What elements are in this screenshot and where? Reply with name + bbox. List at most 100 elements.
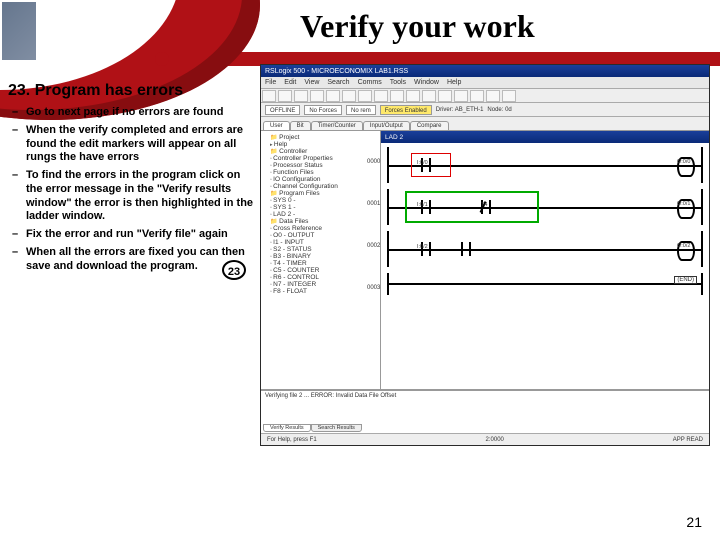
bullet-item: When all the errors are fixed you can th… [8, 246, 258, 274]
banner-chip-image [2, 2, 36, 60]
online-state[interactable]: OFFLINE [265, 105, 300, 115]
forces-state[interactable]: No Forces [304, 105, 342, 115]
status-row: OFFLINE No Forces No rem Forces Enabled … [261, 103, 709, 117]
tree-item[interactable]: SYS 1 - [264, 204, 377, 211]
run-mode-state[interactable]: No rem [346, 105, 376, 115]
tree-item[interactable]: F8 - FLOAT [264, 288, 377, 295]
verify-results-tab[interactable]: Verify Results [263, 424, 311, 432]
statusbar: For Help, press F1 2:0000 APP READ [261, 433, 709, 445]
tree-item[interactable]: O0 - OUTPUT [264, 232, 377, 239]
node-label: Node: 0d [487, 107, 511, 113]
toolbar-button[interactable] [486, 90, 500, 102]
tree-root[interactable]: Project [264, 134, 377, 141]
tree-item[interactable]: LAD 2 - [264, 211, 377, 218]
page-number: 21 [686, 514, 702, 530]
tree-item[interactable]: Channel Configuration [264, 183, 377, 190]
toolbar-button[interactable] [342, 90, 356, 102]
tab[interactable]: User [263, 121, 290, 130]
coil-icon[interactable]: O:0/2 [677, 241, 695, 257]
tab[interactable]: Input/Output [363, 121, 410, 130]
bullet-item: Fix the error and run "Verify file" agai… [8, 228, 258, 242]
toolbar-button[interactable] [390, 90, 404, 102]
menu-item[interactable]: Window [414, 79, 439, 86]
statusbar-mode: APP READ [673, 437, 703, 443]
toolbar-button[interactable] [358, 90, 372, 102]
menubar[interactable]: File Edit View Search Comms Tools Window… [261, 77, 709, 89]
toolbar-button[interactable] [294, 90, 308, 102]
tab[interactable]: Compare [410, 121, 449, 130]
section-heading: 23. Program has errors [8, 82, 183, 100]
rung[interactable]: 0002 I:0/2 O:0/2 [387, 231, 703, 267]
end-instruction: (END) [674, 276, 697, 284]
tree-item[interactable]: S2 - STATUS [264, 246, 377, 253]
selection-highlight [407, 193, 537, 221]
menu-item[interactable]: File [265, 79, 276, 86]
banner-dot [155, 52, 169, 66]
toolbar-button[interactable] [502, 90, 516, 102]
toolbar-button[interactable] [310, 90, 324, 102]
verify-error-line[interactable]: Verifying file 2 ... ERROR: Invalid Data… [265, 393, 705, 399]
tree-item[interactable]: Processor Status [264, 162, 377, 169]
statusbar-position: 2:0000 [486, 437, 504, 443]
toolbar-button[interactable] [454, 90, 468, 102]
window-titlebar[interactable]: RSLogix 500 - MICROECONOMIX LAB1.RSS [261, 65, 709, 77]
toolbar-button[interactable] [326, 90, 340, 102]
bullet-item: To find the errors in the program click … [8, 169, 258, 224]
menu-item[interactable]: Search [327, 79, 349, 86]
tree-item[interactable]: Data Files [264, 218, 377, 225]
rung[interactable]: 0001 I:0/1 T4 O:0/1 [387, 189, 703, 225]
slide-banner: Verify your work [0, 0, 720, 72]
toolbar-button[interactable] [470, 90, 484, 102]
tree-item[interactable]: Controller [264, 148, 377, 155]
rung[interactable]: 0000 I:0/0 O:0/0 [387, 147, 703, 183]
slide-title: Verify your work [300, 8, 535, 45]
toolbar-button[interactable] [262, 90, 276, 102]
bullet-list: Go to next page if no errors are found W… [8, 106, 258, 277]
rung-number: 0000 [367, 159, 380, 165]
tree-item[interactable]: Function Files [264, 169, 377, 176]
menu-item[interactable]: Help [447, 79, 461, 86]
toolbar-button[interactable] [406, 90, 420, 102]
tree-item[interactable]: Program Files [264, 190, 377, 197]
bullet-item: When the verify completed and errors are… [8, 124, 258, 165]
contact-icon[interactable] [459, 242, 473, 256]
toolbar-button[interactable] [374, 90, 388, 102]
search-results-tab[interactable]: Search Results [311, 424, 362, 432]
toolbar-button[interactable] [422, 90, 436, 102]
rslogix-window: RSLogix 500 - MICROECONOMIX LAB1.RSS Fil… [260, 64, 710, 446]
tree-item[interactable]: Cross Reference [264, 225, 377, 232]
contact-icon[interactable]: I:0/2 [419, 242, 433, 256]
rung-end: 0003 (END) [387, 273, 703, 295]
tree-item[interactable]: I1 - INPUT [264, 239, 377, 246]
toolbar [261, 89, 709, 103]
tree-item[interactable]: B3 - BINARY [264, 253, 377, 260]
tree-item[interactable]: R6 - CONTROL [264, 274, 377, 281]
toolbar-button[interactable] [438, 90, 452, 102]
ladder-title[interactable]: LAD 2 [381, 131, 709, 143]
tree-item[interactable]: SYS 0 - [264, 197, 377, 204]
tab[interactable]: Timer/Counter [311, 121, 363, 130]
menu-item[interactable]: View [304, 79, 319, 86]
statusbar-hint: For Help, press F1 [267, 437, 317, 443]
toolbar-button[interactable] [278, 90, 292, 102]
forces-enabled-badge: Forces Enabled [380, 105, 432, 115]
ladder-editor[interactable]: 0000 I:0/0 O:0/0 0001 I:0/1 T4 O:0/1 [381, 143, 709, 389]
tab[interactable]: Bit [290, 121, 311, 130]
window-title-text: RSLogix 500 - MICROECONOMIX LAB1.RSS [265, 68, 408, 75]
coil-icon[interactable]: O:0/0 [677, 157, 695, 173]
ladder-pane: LAD 2 0000 I:0/0 O:0/0 0001 I:0/1 [381, 131, 709, 389]
tree-item[interactable]: C5 - COUNTER [264, 267, 377, 274]
tree-item[interactable]: T4 - TIMER [264, 260, 377, 267]
driver-label: Driver: AB_ETH-1 [436, 107, 484, 113]
verify-results-panel[interactable]: Verifying file 2 ... ERROR: Invalid Data… [261, 389, 709, 433]
menu-item[interactable]: Comms [358, 79, 382, 86]
coil-icon[interactable]: O:0/1 [677, 199, 695, 215]
project-tree[interactable]: Project Help Controller Controller Prope… [261, 131, 381, 389]
tree-item[interactable]: Help [264, 141, 377, 148]
step-number-badge: 23 [222, 260, 246, 280]
tree-item[interactable]: Controller Properties [264, 155, 377, 162]
menu-item[interactable]: Edit [284, 79, 296, 86]
menu-item[interactable]: Tools [390, 79, 406, 86]
tree-item[interactable]: N7 - INTEGER [264, 281, 377, 288]
tree-item[interactable]: IO Configuration [264, 176, 377, 183]
